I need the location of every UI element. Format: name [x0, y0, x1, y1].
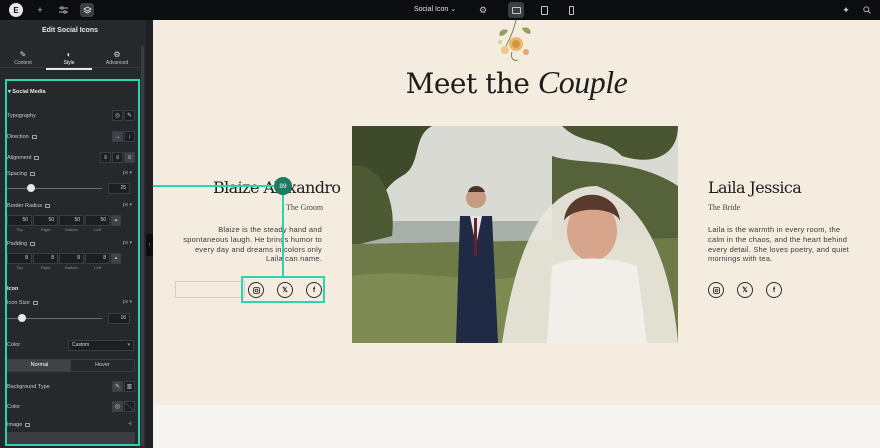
panel-highlight-frame: [5, 79, 140, 446]
bride-name[interactable]: Laila Jessica: [708, 178, 802, 197]
connector-line-horizontal: [153, 185, 284, 187]
editor-topbar: E + Social Icon ⌄ ⚙ ✦: [0, 0, 880, 20]
notifications-icon[interactable]: ✦: [839, 3, 853, 17]
comment-badge[interactable]: 89: [274, 177, 292, 195]
chevron-down-icon: ⌄: [450, 6, 457, 13]
contrast-icon: ◐: [66, 50, 72, 59]
panel-tabs: ✎ Content ◐ Style ⚙ Advanced: [0, 48, 140, 70]
layers-icon[interactable]: [80, 3, 94, 17]
groom-role[interactable]: The Groom: [286, 203, 323, 212]
editor-panel: Edit Social Icons ✎ Content ◐ Style ⚙ Advan…: [0, 20, 146, 448]
groom-bio[interactable]: Blaize is the steady hand and spontaneou…: [180, 225, 322, 264]
search-icon[interactable]: [860, 3, 874, 17]
instagram-icon[interactable]: [708, 282, 724, 298]
mobile-view-icon[interactable]: [563, 2, 579, 18]
gear-icon: ⚙: [113, 50, 121, 59]
section-heading[interactable]: Meet the Couple: [153, 64, 880, 101]
add-element-icon[interactable]: +: [33, 3, 47, 17]
facebook-icon[interactable]: f: [766, 282, 782, 298]
page-canvas: Meet the Couple Blaize Alexandro The Gro…: [153, 20, 880, 448]
panel-collapse-toggle[interactable]: ‹: [146, 234, 153, 256]
bride-role[interactable]: The Bride: [708, 203, 740, 212]
panel-scrollbar[interactable]: [141, 46, 144, 446]
couple-photo: [352, 126, 678, 343]
pencil-icon: ✎: [19, 50, 27, 59]
tablet-view-icon[interactable]: [536, 2, 552, 18]
connector-line-vertical: [282, 185, 284, 277]
bride-bio[interactable]: Laila is the warmth in every room, the c…: [708, 225, 858, 264]
page-settings-gear-icon[interactable]: ⚙: [476, 3, 490, 17]
floral-ornament-icon: [498, 20, 531, 61]
tab-content[interactable]: ✎ Content: [0, 50, 46, 66]
social-icons-highlight-frame: [241, 276, 325, 303]
next-section: [153, 405, 880, 448]
tab-advanced[interactable]: ⚙ Advanced: [94, 50, 140, 66]
page-title[interactable]: Social Icon ⌄: [414, 5, 456, 13]
desktop-view-icon[interactable]: [508, 2, 524, 18]
spacer-outline: [175, 281, 245, 298]
tab-style[interactable]: ◐ Style: [46, 50, 92, 70]
x-icon[interactable]: 𝕏: [737, 282, 753, 298]
elementor-logo-icon[interactable]: E: [9, 3, 23, 17]
panel-title: Edit Social Icons: [41, 27, 98, 34]
settings-sliders-icon[interactable]: [56, 3, 70, 17]
